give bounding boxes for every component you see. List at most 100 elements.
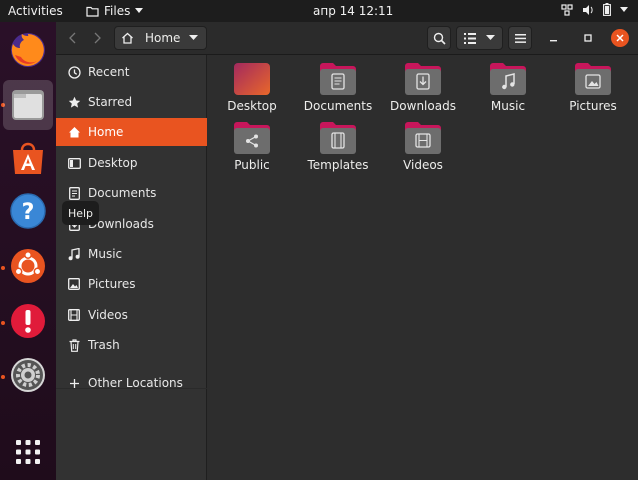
network-icon bbox=[561, 3, 573, 16]
file-name: Videos bbox=[403, 158, 443, 172]
menu-button[interactable] bbox=[508, 26, 532, 50]
clock-icon bbox=[67, 65, 81, 79]
list-view-icon bbox=[464, 32, 476, 44]
sidebar-item-label: Other Locations bbox=[88, 376, 183, 390]
pictures-icon bbox=[67, 278, 81, 290]
home-icon bbox=[67, 126, 81, 138]
file-grid: Desktop Documents Downloads Music Pictur… bbox=[208, 55, 638, 480]
plus-icon bbox=[67, 378, 81, 389]
sidebar-item-label: Trash bbox=[88, 338, 120, 352]
header-bar: Home bbox=[56, 22, 638, 55]
star-icon bbox=[67, 96, 81, 109]
documents-folder-icon bbox=[320, 63, 356, 95]
music-icon bbox=[67, 247, 81, 261]
documents-icon bbox=[67, 186, 81, 200]
music-folder-icon bbox=[490, 63, 526, 95]
videos-icon bbox=[67, 309, 81, 321]
top-bar: Activities Files апр 14 12:11 bbox=[0, 0, 638, 22]
sidebar-item-home[interactable]: Home bbox=[56, 118, 207, 146]
minimize-icon bbox=[550, 40, 557, 42]
system-tray[interactable] bbox=[561, 3, 628, 16]
files-window: Home Recent Starred Home Desktop Documen… bbox=[56, 22, 638, 480]
file-name: Pictures bbox=[569, 99, 617, 113]
folder-downloads[interactable]: Downloads bbox=[381, 62, 465, 113]
folder-documents[interactable]: Documents bbox=[296, 62, 380, 113]
trash-icon bbox=[67, 338, 81, 352]
file-name: Templates bbox=[307, 158, 369, 172]
sidebar: Recent Starred Home Desktop Documents Do… bbox=[56, 55, 207, 480]
maximize-icon bbox=[584, 34, 592, 42]
sidebar-item-label: Pictures bbox=[88, 277, 136, 291]
app-menu[interactable]: Files bbox=[86, 4, 144, 18]
desktop-folder-icon bbox=[234, 63, 270, 95]
templates-folder-icon bbox=[320, 122, 356, 154]
dock-ubuntu[interactable] bbox=[3, 241, 53, 291]
folder-icon bbox=[86, 6, 99, 17]
close-icon bbox=[616, 34, 624, 42]
folder-desktop[interactable]: Desktop bbox=[210, 62, 294, 113]
chevron-left-icon bbox=[69, 32, 76, 44]
sidebar-item-label: Recent bbox=[88, 65, 130, 79]
sidebar-item-label: Starred bbox=[88, 95, 133, 109]
volume-icon bbox=[583, 4, 593, 15]
sidebar-item-starred[interactable]: Starred bbox=[56, 88, 207, 116]
maximize-button[interactable] bbox=[578, 26, 598, 50]
folder-videos[interactable]: Videos bbox=[381, 121, 465, 172]
back-button[interactable] bbox=[62, 26, 84, 50]
sidebar-item-label: Documents bbox=[88, 186, 157, 200]
folder-templates[interactable]: Templates bbox=[296, 121, 380, 172]
pictures-folder-icon bbox=[575, 63, 611, 95]
dock-files[interactable] bbox=[3, 80, 53, 130]
dock-settings[interactable] bbox=[3, 350, 53, 400]
public-folder-icon bbox=[234, 122, 270, 154]
sidebar-item-trash[interactable]: Trash bbox=[56, 331, 207, 359]
sidebar-item-videos[interactable]: Videos bbox=[56, 301, 207, 329]
sidebar-item-recent[interactable]: Recent bbox=[56, 58, 207, 86]
folder-public[interactable]: Public bbox=[210, 121, 294, 172]
chevron-down-icon bbox=[486, 35, 495, 40]
dock-error-reporter[interactable] bbox=[3, 296, 53, 346]
app-menu-label: Files bbox=[104, 4, 131, 18]
dock: ? bbox=[0, 22, 56, 480]
dock-tooltip: Help bbox=[62, 201, 99, 225]
file-name: Public bbox=[234, 158, 270, 172]
battery-icon bbox=[603, 3, 611, 16]
sidebar-item-music[interactable]: Music bbox=[56, 240, 207, 268]
dock-show-applications[interactable] bbox=[3, 427, 53, 477]
view-toggle-button[interactable] bbox=[456, 26, 503, 50]
settings-icon bbox=[11, 358, 45, 392]
folder-music[interactable]: Music bbox=[466, 62, 550, 113]
close-button[interactable] bbox=[611, 29, 629, 47]
sidebar-item-label: Music bbox=[88, 247, 123, 261]
sidebar-item-pictures[interactable]: Pictures bbox=[56, 270, 207, 298]
dock-help[interactable]: ? bbox=[3, 186, 53, 236]
home-icon bbox=[122, 32, 133, 44]
folder-pictures[interactable]: Pictures bbox=[551, 62, 635, 113]
search-icon bbox=[433, 32, 446, 45]
app-grid-icon bbox=[16, 440, 40, 464]
sidebar-item-desktop[interactable]: Desktop bbox=[56, 149, 207, 177]
ubuntu-icon bbox=[11, 249, 45, 283]
software-icon bbox=[13, 142, 43, 174]
sidebar-item-other-locations[interactable]: Other Locations bbox=[56, 369, 207, 397]
dock-firefox[interactable] bbox=[3, 25, 53, 75]
forward-button[interactable] bbox=[86, 26, 108, 50]
activities-button[interactable]: Activities bbox=[8, 4, 63, 18]
files-icon bbox=[12, 90, 44, 120]
minimize-button[interactable] bbox=[544, 26, 564, 50]
path-bar-home[interactable]: Home bbox=[114, 26, 207, 50]
videos-folder-icon bbox=[405, 122, 441, 154]
desktop-icon bbox=[67, 157, 81, 169]
sidebar-item-label: Videos bbox=[88, 308, 128, 322]
firefox-icon bbox=[11, 33, 45, 67]
dock-software[interactable] bbox=[3, 133, 53, 183]
chevron-down-icon bbox=[135, 8, 144, 13]
file-name: Documents bbox=[303, 99, 373, 113]
hamburger-menu-icon bbox=[514, 33, 526, 43]
help-icon: ? bbox=[10, 193, 46, 229]
chevron-right-icon bbox=[94, 32, 101, 44]
chevron-down-icon bbox=[189, 35, 198, 40]
clock[interactable]: апр 14 12:11 bbox=[313, 4, 393, 18]
search-button[interactable] bbox=[427, 26, 451, 50]
sidebar-item-label: Desktop bbox=[88, 156, 138, 170]
